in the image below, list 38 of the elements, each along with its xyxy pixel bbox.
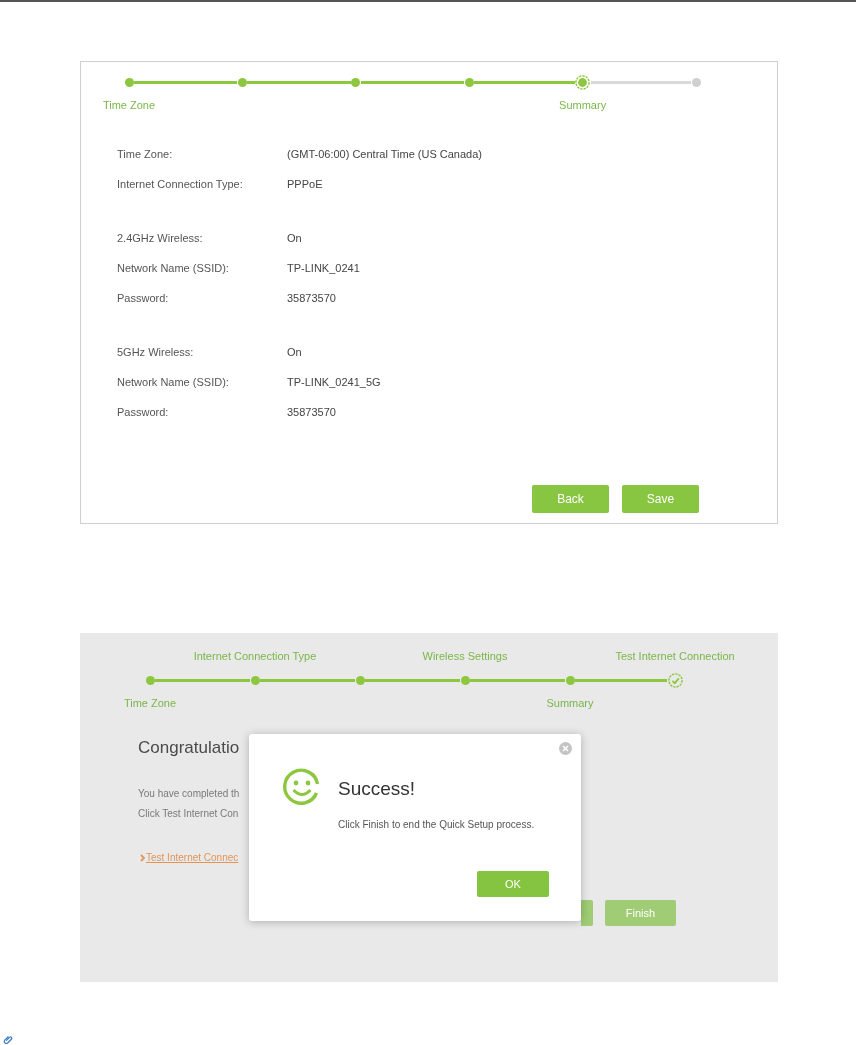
field-label: Password:	[117, 292, 169, 304]
field-label: Password:	[117, 406, 169, 418]
step-label: Time Zone	[102, 97, 156, 112]
step-label: Wireless Settings	[422, 649, 508, 663]
close-icon[interactable]	[559, 742, 572, 755]
step-label: Summary	[546, 695, 594, 710]
field-value: On	[287, 232, 302, 244]
field-label: Network Name (SSID):	[117, 376, 229, 388]
field-value: 35873570	[287, 292, 336, 304]
smiley-icon	[283, 768, 321, 806]
field-label: Time Zone:	[117, 148, 173, 160]
dialog-message: Click Finish to end the Quick Setup process.	[338, 818, 535, 832]
field-value: (GMT-06:00) Central Time (US Canada)	[287, 148, 482, 160]
back-button[interactable]: Back	[532, 485, 609, 513]
body-text: You have completed th	[138, 786, 240, 801]
step-label: Time Zone	[123, 695, 177, 710]
ok-button[interactable]: OK	[477, 871, 549, 897]
save-button[interactable]: Save	[622, 485, 699, 513]
step-label: Test Internet Connection	[615, 649, 735, 663]
dialog-title: Success!	[338, 777, 416, 801]
field-label: 5GHz Wireless:	[117, 346, 194, 358]
chevron-icon	[140, 853, 145, 862]
field-value: TP-LINK_0241_5G	[287, 376, 381, 388]
step-label: Summary	[559, 97, 607, 112]
field-value: PPPoE	[287, 178, 323, 190]
field-label: 2.4GHz Wireless:	[117, 232, 203, 244]
finish-button[interactable]: Finish	[605, 899, 676, 926]
body-text: Click Test Internet Con	[138, 806, 239, 821]
field-label: Network Name (SSID):	[117, 262, 229, 274]
step-label: Internet Connection Type	[193, 649, 317, 663]
paperclip-icon	[3, 1035, 13, 1045]
test-connection-link[interactable]: Test Internet Connec	[146, 852, 239, 863]
partly-hidden-button[interactable]	[581, 899, 593, 926]
field-value: On	[287, 346, 302, 358]
page-heading: Congratulatio	[138, 736, 240, 759]
field-value: TP-LINK_0241	[287, 262, 360, 274]
field-label: Internet Connection Type:	[117, 178, 243, 190]
field-value: 35873570	[287, 406, 336, 418]
